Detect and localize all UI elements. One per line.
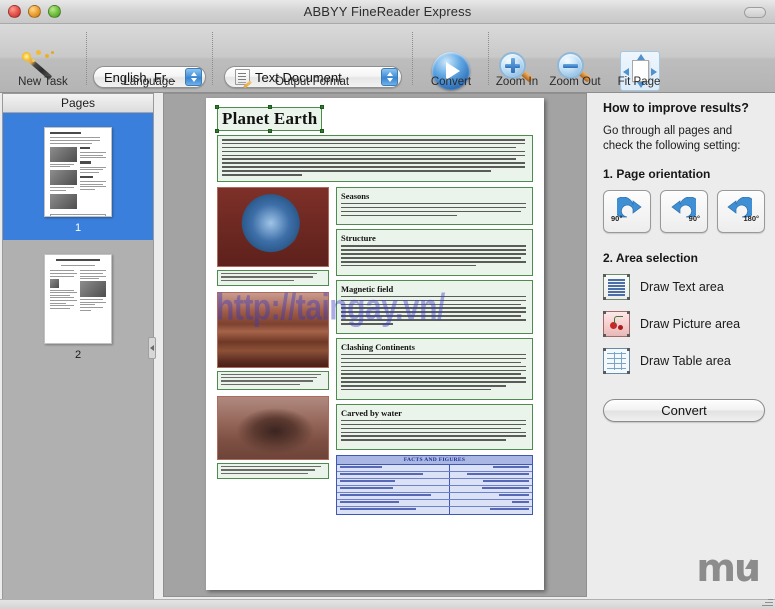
heading-carved-by-water: Carved by water	[341, 407, 402, 418]
rotate-right-90-label: 90°	[688, 214, 700, 223]
table-area-icon	[603, 348, 630, 374]
table-row	[337, 507, 532, 515]
rotate-180-button[interactable]: 180°	[717, 190, 765, 233]
window-title: ABBYY FineReader Express	[303, 4, 472, 19]
caption-block-canyon[interactable]	[217, 370, 329, 390]
fit-page-label: Fit Page	[617, 76, 661, 88]
canyon-photo	[218, 292, 328, 367]
draw-picture-area-label: Draw Picture area	[640, 317, 741, 331]
rotate-left-90-button[interactable]: 90°	[603, 190, 651, 233]
page-thumbnail-2[interactable]: 2	[3, 240, 153, 367]
table-row	[337, 472, 532, 480]
help-panel: How to improve results? Go through all p…	[592, 93, 775, 609]
title-bar: ABBYY FineReader Express	[0, 0, 775, 24]
heading-magnetic-field: Magnetic field	[341, 283, 394, 294]
draw-table-area-button[interactable]: Draw Table area	[603, 348, 765, 374]
draw-text-area-button[interactable]: Draw Text area	[603, 274, 765, 300]
intro-text-block[interactable]	[217, 135, 533, 182]
convert-button[interactable]: Convert	[414, 24, 488, 93]
table-row	[337, 465, 532, 473]
toolbar-separator	[412, 32, 413, 85]
left-column	[217, 186, 329, 515]
rotate-buttons-row: 90° 90° 180°	[603, 190, 765, 233]
step1-label: 1. Page orientation	[603, 167, 711, 181]
main-toolbar: New Task English, Fr... Language Text Do…	[0, 24, 775, 93]
title-text-block[interactable]: Planet Earth	[215, 105, 325, 133]
document-title: Planet Earth	[222, 109, 318, 128]
pages-sidebar: Pages 1 2	[2, 93, 154, 603]
document-viewer[interactable]: Planet Earth Seasons Structure Magnetic …	[163, 93, 587, 597]
heading-seasons: Seasons	[341, 190, 370, 201]
help-panel-intro: Go through all pages and check the follo…	[603, 125, 741, 152]
toolbar-separator	[212, 32, 213, 85]
facts-table-block[interactable]: FACTS AND FIGURES	[336, 455, 533, 516]
language-group-label: Language	[123, 76, 175, 88]
zoom-out-button[interactable]: Zoom Out	[544, 24, 606, 93]
zoom-in-button[interactable]: Zoom In	[490, 24, 544, 93]
output-format-group: Text Document Output Format	[214, 24, 410, 93]
page-thumbnail-list[interactable]: 1 2	[3, 113, 153, 603]
rotate-180-label: 180°	[743, 214, 759, 223]
zoom-in-label: Zoom In	[495, 76, 539, 88]
page-number-label: 1	[74, 222, 82, 234]
toolbar-separator	[488, 32, 489, 85]
resize-grip[interactable]	[760, 594, 773, 607]
carved-by-water-text-block[interactable]: Carved by water	[336, 403, 533, 451]
toolbar-separator	[86, 32, 87, 85]
text-area-icon	[603, 274, 630, 300]
clashing-continents-text-block[interactable]: Clashing Continents	[336, 337, 533, 400]
pages-header: Pages	[3, 94, 153, 113]
main-content: Pages 1 2 Planet Earth Seasons Structure…	[0, 93, 775, 609]
table-row	[337, 486, 532, 494]
heading-structure: Structure	[341, 233, 376, 244]
seasons-text-block[interactable]: Seasons	[336, 186, 533, 226]
mu-logo-arrow-icon	[745, 559, 757, 569]
draw-text-area-label: Draw Text area	[640, 280, 724, 294]
thumbnail-preview	[44, 254, 112, 344]
picture-block-earth[interactable]	[217, 186, 329, 267]
rotate-right-90-button[interactable]: 90°	[660, 190, 708, 233]
panel-convert-button[interactable]: Convert	[603, 399, 765, 422]
sidebar-splitter-handle[interactable]	[148, 337, 156, 359]
thumbnail-preview	[44, 127, 112, 217]
structure-text-block[interactable]: Structure	[336, 229, 533, 276]
magnetic-field-text-block[interactable]: Magnetic field	[336, 279, 533, 334]
document-columns: Seasons Structure Magnetic field Clashin…	[217, 186, 533, 516]
rotate-left-90-label: 90°	[611, 214, 623, 223]
application-window: ABBYY FineReader Express New Task Englis…	[0, 0, 775, 609]
zoom-out-label: Zoom Out	[549, 76, 601, 88]
picture-area-icon	[603, 311, 630, 337]
help-panel-heading: How to improve results?	[603, 101, 749, 115]
window-bottom-strip	[0, 599, 775, 609]
language-group: English, Fr... Language	[88, 24, 210, 93]
heading-clashing-continents: Clashing Continents	[341, 341, 415, 352]
draw-table-area-label: Draw Table area	[640, 354, 731, 368]
draw-picture-area-button[interactable]: Draw Picture area	[603, 311, 765, 337]
table-row	[337, 500, 532, 508]
table-title: FACTS AND FIGURES	[337, 456, 532, 466]
picture-block-canyon[interactable]	[217, 291, 329, 368]
picture-block-delta[interactable]	[217, 395, 329, 460]
river-delta-photo	[218, 396, 328, 459]
toolbar-toggle-button[interactable]	[744, 7, 766, 18]
output-format-group-label: Output Format	[274, 76, 350, 88]
caption-block-delta[interactable]	[217, 462, 329, 479]
right-column: Seasons Structure Magnetic field Clashin…	[336, 186, 533, 516]
page-thumbnail-1[interactable]: 1	[3, 113, 153, 240]
caption-block-earth[interactable]	[217, 269, 329, 286]
table-row	[337, 479, 532, 487]
fit-page-button[interactable]: Fit Page	[606, 24, 672, 93]
earth-photo	[218, 187, 328, 266]
convert-label: Convert	[430, 76, 472, 88]
new-task-label: New Task	[18, 76, 68, 88]
table-row	[337, 493, 532, 501]
new-task-group[interactable]: New Task	[0, 24, 86, 93]
page-number-label: 2	[74, 349, 82, 361]
document-page: Planet Earth Seasons Structure Magnetic …	[206, 98, 544, 590]
step2-label: 2. Area selection	[603, 251, 698, 265]
